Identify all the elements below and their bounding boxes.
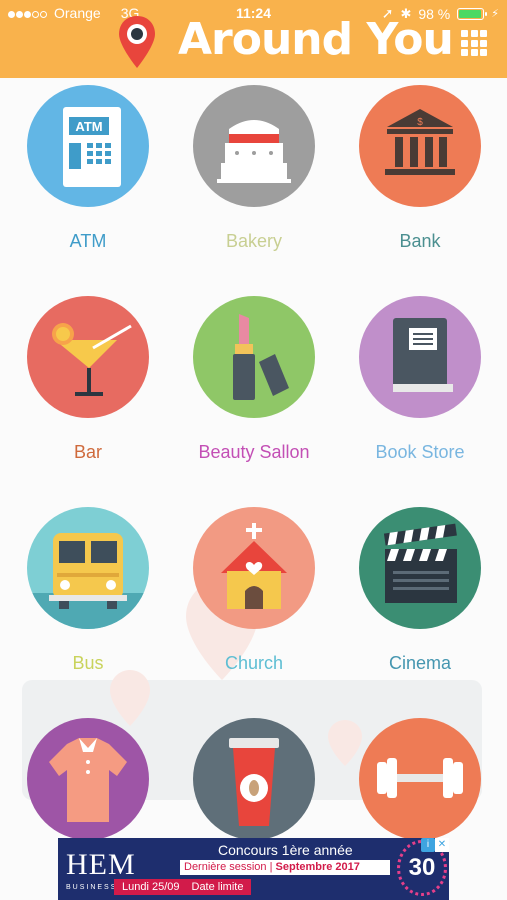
category-beauty-sallon[interactable]: Beauty Sallon [184,296,324,463]
svg-text:ATM: ATM [75,119,102,134]
ad-session-month: Septembre 2017 [275,861,360,873]
atm-circle: ATM [27,85,149,207]
book-store-circle [359,296,481,418]
category-book-store[interactable]: Book Store [350,296,490,463]
app-header: Orange 3G 11:24 ➚ ✱ 98 % ⚡ Around You [0,0,507,78]
book-icon [359,296,481,418]
map-pin-icon [119,16,155,68]
cinema-circle [359,507,481,629]
ad-date: Lundi 25/09 [122,881,180,893]
coffee-cup-icon [193,718,315,840]
category-label-atm: ATM [69,231,107,251]
church-circle [193,507,315,629]
category-bank[interactable]: $ Bank [350,85,490,252]
category-label-book-store: Book Store [375,442,465,462]
bus-circle [27,507,149,629]
cocktail-icon [27,296,149,418]
category-label-bus: Bus [72,653,104,673]
category-bakery[interactable]: Bakery [184,85,324,252]
lipstick-icon [193,296,315,418]
category-bar[interactable]: Bar [18,296,158,463]
category-label-church: Church [224,653,284,673]
category-gym[interactable] [350,718,490,840]
category-label-bar: Bar [73,442,102,462]
ad-logo: HEM [66,848,136,881]
category-label-beauty-sallon: Beauty Sallon [198,442,310,462]
coffee-circle [193,718,315,840]
category-label-cinema: Cinema [388,653,452,673]
bakery-circle [193,85,315,207]
ad-close-icon[interactable]: ✕ [435,838,449,852]
clothing-circle [27,718,149,840]
category-bus[interactable]: Bus [18,507,158,674]
bank-icon: $ [359,85,481,207]
category-clothing[interactable] [18,718,158,840]
church-icon [193,507,315,629]
ad-banner[interactable]: HEM BUSINESS SCHOOL Concours 1ère année … [58,838,449,900]
ad-date-strip: Lundi 25/09 Date limite [114,879,252,895]
svg-text:$: $ [417,117,423,128]
gym-circle [359,718,481,840]
shirt-icon [27,718,149,840]
atm-icon: ATM [27,85,149,207]
category-church[interactable]: Church [184,507,324,674]
ad-info-icon[interactable]: i [421,838,435,852]
beauty-circle [193,296,315,418]
category-cinema[interactable]: Cinema [350,507,490,674]
bank-circle: $ [359,85,481,207]
ad-deadline: Date limite [191,881,244,893]
clapperboard-icon [359,507,481,629]
category-atm[interactable]: ATM ATM [18,85,158,252]
charging-icon: ⚡ [491,8,499,20]
category-label-bakery: Bakery [225,231,283,251]
cake-icon [193,85,315,207]
category-label-bank: Bank [399,231,441,251]
ad-contest-text: Concours 1ère année [218,842,353,858]
ad-session: Dernière session | Septembre 2017 [180,860,390,875]
ad-session-prefix: Dernière session | [184,861,276,873]
category-coffee[interactable] [184,718,324,840]
bus-icon [27,507,149,629]
dumbbell-icon [359,718,481,840]
app-title: Around You [178,14,454,65]
grid-menu-icon[interactable] [461,30,487,56]
bar-circle [27,296,149,418]
battery-icon [457,7,488,20]
